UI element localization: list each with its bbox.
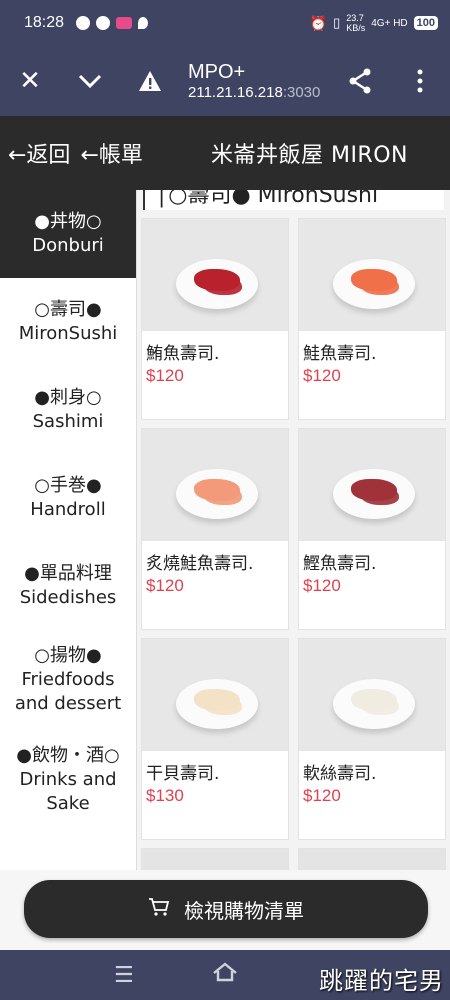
product-card[interactable]: 鮭魚壽司. $120 (298, 218, 446, 420)
product-name: 炙燒鮭魚壽司. (146, 554, 254, 574)
product-card[interactable]: 干貝壽司. $130 (141, 638, 289, 840)
product-card-loading (141, 848, 289, 870)
view-cart-button[interactable]: 檢視購物清單 (24, 880, 428, 938)
url: 211.21.16.218:3030 (188, 84, 321, 101)
header-nav: ←返回 ←帳單 (0, 137, 153, 169)
battery-indicator: 100 (413, 16, 438, 30)
product-card[interactable]: 軟絲壽司. $120 (298, 638, 446, 840)
app-notification-icon (116, 17, 133, 29)
category-sidedishes[interactable]: ●單品料理 Sidedishes (0, 542, 136, 630)
product-name: 鮪魚壽司. (146, 344, 220, 364)
product-name: 鮭魚壽司. (303, 344, 377, 364)
net-speed: 23.7 KB/s (346, 13, 366, 33)
product-photo (142, 639, 288, 751)
product-list: │○壽司● MironSushi 鮪魚壽司. $120 鮭魚壽司. $120 炙… (137, 190, 450, 870)
product-price: $120 (303, 366, 341, 385)
system-indicators: ⏰ ▯ 23.7 KB/s 4G+ HD 100 (310, 13, 438, 33)
category-handroll[interactable]: ○手巻● Handroll (0, 454, 136, 542)
clock: 18:28 (24, 14, 65, 31)
line-icon (76, 16, 91, 30)
back-button[interactable]: ←返回 (8, 137, 70, 169)
vibrate-icon: ▯ (333, 15, 341, 30)
messenger-icon (96, 16, 111, 30)
product-card-loading (298, 848, 446, 870)
location-icon (138, 17, 149, 29)
category-sashimi[interactable]: ●刺身○ Sashimi (0, 366, 136, 454)
product-photo (142, 429, 288, 541)
product-price: $120 (303, 786, 341, 805)
category-donburi[interactable]: ●丼物○ Donburi (0, 190, 136, 278)
product-photo (142, 219, 288, 331)
category-sushi[interactable]: ○壽司● MironSushi (0, 278, 136, 366)
category-drinks[interactable]: ●飲物・酒○ Drinks and Sake (0, 730, 136, 830)
product-card[interactable]: 鰹魚壽司. $120 (298, 428, 446, 630)
notification-icons (76, 16, 149, 30)
cart-bar: 檢視購物清單 (0, 870, 450, 950)
close-icon[interactable]: ✕ (0, 46, 60, 116)
android-nav-bar: ☰ 跳躍的宅男 (0, 950, 450, 1000)
product-card[interactable]: 炙燒鮭魚壽司. $120 (141, 428, 289, 630)
chevron-down-icon[interactable] (60, 46, 120, 116)
product-price: $120 (146, 576, 184, 595)
menu-icon[interactable]: ☰ (114, 963, 134, 988)
product-card[interactable]: 鮪魚壽司. $120 (141, 218, 289, 420)
product-price: $130 (146, 786, 184, 805)
product-name: 鰹魚壽司. (303, 554, 377, 574)
status-bar: 18:28 ⏰ ▯ 23.7 KB/s 4G+ HD 100 (0, 0, 450, 46)
browser-toolbar: ✕ MPO+ 211.21.16.218:3030 (0, 46, 450, 116)
restaurant-name: 米崙丼飯屋 MIRON (210, 143, 408, 168)
product-photo (299, 429, 445, 541)
product-name: 軟絲壽司. (303, 764, 377, 784)
share-icon[interactable] (330, 46, 390, 116)
watermark: 跳躍的宅男 (319, 967, 444, 995)
warning-icon[interactable] (120, 46, 180, 116)
section-title: │○壽司● MironSushi (143, 190, 444, 210)
cart-icon (148, 897, 170, 922)
more-vert-icon[interactable] (390, 46, 450, 116)
product-photo (299, 219, 445, 331)
product-price: $120 (303, 576, 341, 595)
page-address[interactable]: MPO+ 211.21.16.218:3030 (180, 61, 330, 101)
product-name: 干貝壽司. (146, 764, 220, 784)
home-icon[interactable] (212, 962, 238, 988)
view-cart-label: 檢視購物清單 (184, 898, 304, 923)
product-grid: 鮪魚壽司. $120 鮭魚壽司. $120 炙燒鮭魚壽司. $120 鰹魚壽司.… (137, 210, 450, 870)
page-title: MPO+ (188, 61, 246, 83)
alarm-icon: ⏰ (309, 14, 328, 31)
category-friedfoods[interactable]: ○揚物● Friedfoods and dessert (0, 630, 136, 730)
category-sidebar: ●丼物○ Donburi ○壽司● MironSushi ●刺身○ Sashim… (0, 190, 137, 870)
product-price: $120 (146, 366, 184, 385)
bill-button[interactable]: ←帳單 (80, 137, 142, 169)
app-header: ←返回 ←帳單 米崙丼飯屋 MIRON (0, 116, 450, 190)
network-indicator: 4G+ HD (371, 17, 408, 29)
product-photo (299, 639, 445, 751)
